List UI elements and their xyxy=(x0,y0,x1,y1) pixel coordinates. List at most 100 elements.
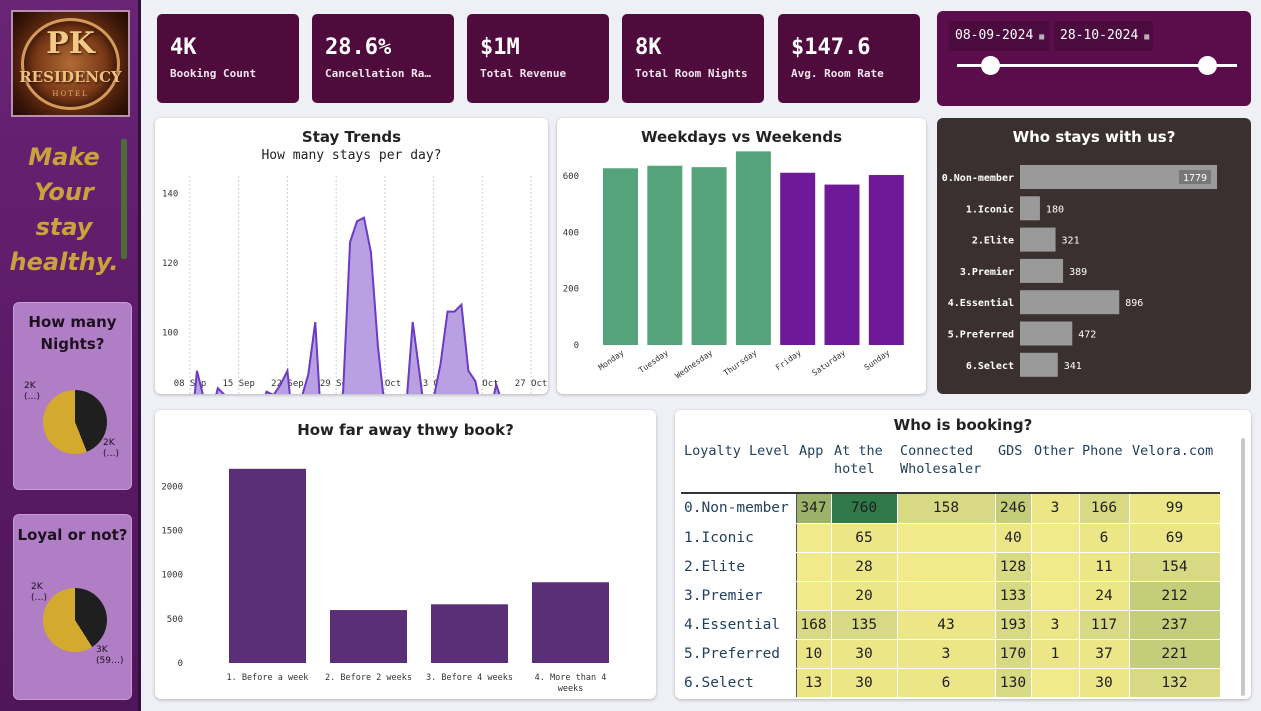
matrix-cell[interactable] xyxy=(897,581,996,611)
hotel-logo: PK RESIDENCY HOTEL xyxy=(11,10,130,117)
category-label: 1.Iconic xyxy=(966,203,1014,215)
matrix-cell[interactable]: 10 xyxy=(796,639,832,669)
column-header[interactable]: Velora.com xyxy=(1129,442,1220,492)
matrix-cell[interactable]: 28 xyxy=(831,552,898,582)
matrix-cell[interactable]: 24 xyxy=(1079,581,1130,611)
nights-pie[interactable] xyxy=(43,390,107,454)
matrix-cell[interactable]: 221 xyxy=(1129,639,1221,669)
kpi-value: 8K xyxy=(635,35,662,60)
matrix-cell[interactable] xyxy=(1031,523,1080,553)
matrix-cell[interactable]: 168 xyxy=(796,610,832,640)
kpi-value: $1M xyxy=(480,35,520,60)
calendar-icon[interactable]: ▦ xyxy=(1144,32,1149,41)
lead-time-chart[interactable]: 0 500 1000 1500 2000 1. Before a week 2. Befor… xyxy=(155,410,656,699)
matrix-cell[interactable]: 166 xyxy=(1079,494,1130,524)
weekday-bar xyxy=(691,167,727,345)
matrix-cell[interactable] xyxy=(1031,668,1080,698)
stay-trends-chart[interactable]: 608010012014008 Sep15 Sep22 Sep29 Sep06 … xyxy=(155,118,548,394)
matrix-cell[interactable]: 40 xyxy=(995,523,1032,553)
matrix-cell[interactable]: 130 xyxy=(995,668,1032,698)
y-tick-label: 1500 xyxy=(161,527,183,537)
x-tick-label: 3. Before 4 weeks xyxy=(426,673,513,683)
matrix-cell[interactable]: 128 xyxy=(995,552,1032,582)
matrix-cell[interactable]: 6 xyxy=(1079,523,1130,553)
matrix-cell[interactable] xyxy=(1031,581,1080,611)
y-tick-label: 140 xyxy=(162,189,178,199)
matrix-cell[interactable]: 154 xyxy=(1129,552,1221,582)
column-header[interactable]: Other xyxy=(1031,442,1079,492)
matrix-cell[interactable]: 69 xyxy=(1129,523,1221,553)
table-row[interactable]: 5.Preferred 10 30 3 170 1 37 221 xyxy=(681,639,1221,669)
x-tick-label: 15 Sep xyxy=(222,379,255,389)
matrix-cell[interactable]: 212 xyxy=(1129,581,1221,611)
nights-card-title: How many Nights? xyxy=(28,313,117,353)
matrix-cell[interactable]: 135 xyxy=(831,610,898,640)
matrix-cell[interactable]: 158 xyxy=(897,494,996,524)
matrix-cell[interactable]: 237 xyxy=(1129,610,1221,640)
matrix-cell[interactable] xyxy=(796,552,832,582)
column-header[interactable]: GDS xyxy=(995,442,1031,492)
column-header[interactable]: At the hotel xyxy=(831,442,897,492)
matrix-cell[interactable]: 20 xyxy=(831,581,898,611)
matrix-cell[interactable] xyxy=(897,552,996,582)
matrix-cell[interactable]: 13 xyxy=(796,668,832,698)
table-row[interactable]: 4.Essential 168 135 43 193 3 117 237 xyxy=(681,610,1221,640)
matrix-cell[interactable]: 30 xyxy=(1079,668,1130,698)
matrix-cell[interactable]: 117 xyxy=(1079,610,1130,640)
matrix-cell[interactable]: 3 xyxy=(897,639,996,669)
matrix-cell[interactable]: 170 xyxy=(995,639,1032,669)
matrix-cell[interactable]: 6 xyxy=(897,668,996,698)
weekdays-panel: Weekdays vs Weekends 0 200 400 600 Monday Tue… xyxy=(557,118,926,394)
start-date-input[interactable]: 08-09-2024 ▦ xyxy=(949,21,1049,51)
table-row[interactable]: 3.Premier 20 133 24 212 xyxy=(681,581,1221,611)
table-row[interactable]: 2.Elite 28 128 11 154 xyxy=(681,552,1221,582)
column-header[interactable]: Loyalty Level xyxy=(681,442,796,492)
who-stays-chart[interactable]: 0.Non-member 1779 1.Iconic 180 2.Elite 321 3.P… xyxy=(937,118,1251,394)
matrix-cell[interactable]: 99 xyxy=(1129,494,1221,524)
booking-matrix[interactable]: Loyalty Level App At the hotel Connected Wh… xyxy=(681,442,1221,698)
nights-card[interactable]: How many Nights? 2K (…) 2K (…) xyxy=(13,302,132,490)
row-label: 4.Essential xyxy=(681,610,797,640)
matrix-cell[interactable] xyxy=(796,523,832,553)
calendar-icon[interactable]: ▦ xyxy=(1039,32,1044,41)
matrix-cell[interactable]: 30 xyxy=(831,668,898,698)
matrix-cell[interactable]: 193 xyxy=(995,610,1032,640)
matrix-cell[interactable]: 65 xyxy=(831,523,898,553)
x-tick-label: Wednesday xyxy=(674,348,715,380)
lead-bar xyxy=(330,610,407,663)
matrix-cell[interactable]: 1 xyxy=(1031,639,1080,669)
kpi-booking-count: 4K Booking Count xyxy=(157,14,299,103)
y-tick-label: 600 xyxy=(563,172,579,182)
matrix-cell[interactable]: 132 xyxy=(1129,668,1221,698)
booking-matrix-title: Who is booking? xyxy=(893,416,1033,434)
date-slider-start-handle[interactable] xyxy=(981,56,1000,75)
column-header[interactable]: Connected Wholesaler xyxy=(897,442,995,492)
matrix-cell[interactable]: 3 xyxy=(1031,494,1080,524)
kpi-total-room-nights: 8K Total Room Nights xyxy=(622,14,764,103)
column-header[interactable]: App xyxy=(796,442,831,492)
matrix-cell[interactable]: 30 xyxy=(831,639,898,669)
table-row[interactable]: 6.Select 13 30 6 130 30 132 xyxy=(681,668,1221,698)
matrix-cell[interactable] xyxy=(1031,552,1080,582)
matrix-cell[interactable] xyxy=(897,523,996,553)
matrix-cell[interactable]: 11 xyxy=(1079,552,1130,582)
matrix-scrollbar[interactable] xyxy=(1241,438,1245,696)
matrix-cell[interactable]: 133 xyxy=(995,581,1032,611)
matrix-cell[interactable]: 43 xyxy=(897,610,996,640)
matrix-cell[interactable]: 3 xyxy=(1031,610,1080,640)
table-row[interactable]: 0.Non-member 347 760 158 246 3 166 99 xyxy=(681,494,1221,524)
y-tick-label: 0 xyxy=(178,659,183,669)
matrix-cell[interactable]: 37 xyxy=(1079,639,1130,669)
column-header[interactable]: Phone xyxy=(1079,442,1129,492)
matrix-cell[interactable] xyxy=(796,581,832,611)
matrix-cell[interactable]: 246 xyxy=(995,494,1032,524)
date-slider-end-handle[interactable] xyxy=(1198,56,1217,75)
matrix-cell[interactable]: 760 xyxy=(831,494,898,524)
row-label: 0.Non-member xyxy=(681,494,797,524)
weekdays-chart[interactable]: 0 200 400 600 Monday Tuesday Wednesday Thursday… xyxy=(557,118,926,394)
end-date-input[interactable]: 28-10-2024 ▦ xyxy=(1054,21,1153,51)
lead-bar xyxy=(229,468,306,663)
table-row[interactable]: 1.Iconic 65 40 6 69 xyxy=(681,523,1221,553)
loyal-card[interactable]: Loyal or not? 2K (…) 3K (59…) xyxy=(13,514,132,700)
matrix-cell[interactable]: 347 xyxy=(796,494,832,524)
